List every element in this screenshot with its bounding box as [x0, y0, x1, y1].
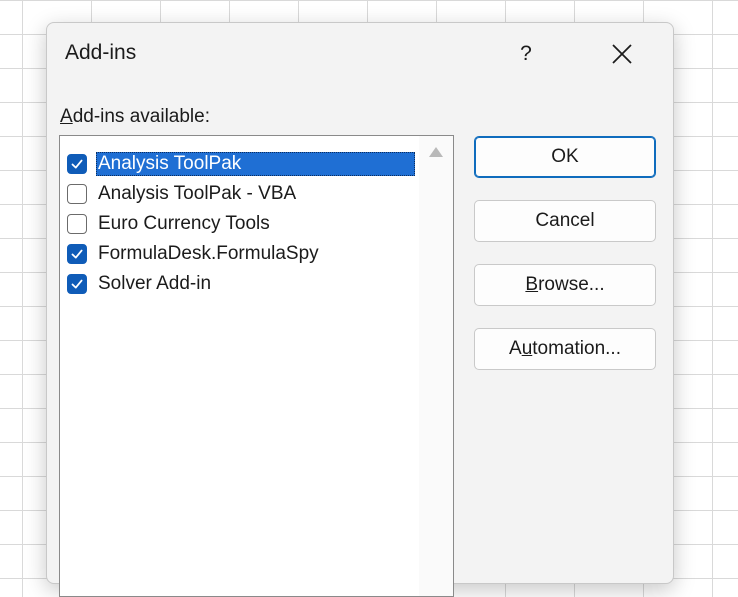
add-ins-dialog: Add-ins ? Add-ins available: Analysis To… — [46, 22, 674, 597]
add-in-checkbox[interactable] — [67, 184, 87, 204]
close-button[interactable] — [603, 37, 641, 71]
add-in-label: Solver Add-in — [98, 273, 212, 294]
automation-button[interactable]: Au tomation... — [474, 328, 656, 370]
browse-text: rowse... — [538, 274, 605, 295]
scroll-up-arrow-icon[interactable] — [428, 146, 444, 158]
add-in-label: Analysis ToolPak — [96, 152, 415, 176]
add-in-checkbox[interactable] — [67, 214, 87, 234]
add-ins-available-label: Add-ins available: — [60, 106, 210, 128]
add-in-checkbox[interactable] — [67, 274, 87, 294]
add-in-label: Euro Currency Tools — [98, 213, 270, 234]
add-in-list-item[interactable]: FormulaDesk.FormulaSpy — [63, 240, 415, 268]
close-icon — [612, 44, 632, 64]
automation-accelerator: u — [521, 338, 533, 359]
add-ins-listbox[interactable]: Analysis ToolPak Analysis ToolPak - VBA Eu… — [59, 135, 454, 597]
add-in-label: Analysis ToolPak - VBA — [98, 183, 297, 204]
automation-text: tomation... — [532, 338, 621, 359]
add-in-list-item[interactable]: Euro Currency Tools — [63, 210, 415, 238]
add-in-label: FormulaDesk.FormulaSpy — [98, 243, 319, 264]
label-text: dd-ins available: — [72, 106, 210, 127]
checkmark-icon — [71, 159, 83, 169]
add-in-list-item[interactable]: Analysis ToolPak — [63, 150, 415, 178]
add-in-list-item[interactable]: Analysis ToolPak - VBA — [63, 180, 415, 208]
checkmark-icon — [71, 279, 83, 289]
dialog-title: Add-ins — [65, 41, 137, 64]
add-in-list-item[interactable]: Solver Add-in — [63, 270, 415, 298]
add-in-checkbox[interactable] — [67, 244, 87, 264]
vertical-scrollbar[interactable] — [419, 136, 453, 596]
checkmark-icon — [71, 249, 83, 259]
ok-button[interactable]: OK — [474, 136, 656, 178]
cancel-button[interactable]: Cancel — [474, 200, 656, 242]
help-button[interactable]: ? — [509, 37, 543, 71]
automation-prefix: A — [509, 338, 522, 359]
browse-accelerator: B — [525, 274, 539, 295]
browse-button[interactable]: Browse... — [474, 264, 656, 306]
label-accelerator: A — [60, 106, 73, 127]
add-in-checkbox[interactable] — [67, 154, 87, 174]
